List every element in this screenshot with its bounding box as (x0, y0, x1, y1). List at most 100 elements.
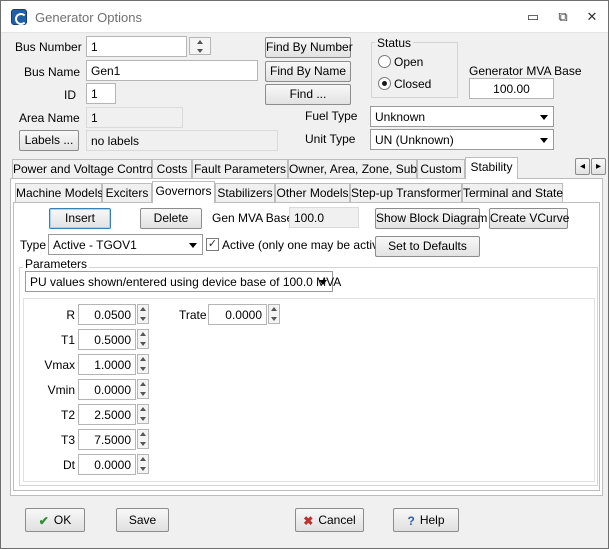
help-button[interactable]: ? Help (393, 508, 459, 532)
tab-scroll-right-icon[interactable]: ▸ (591, 158, 606, 175)
area-name-field: 1 (86, 107, 183, 128)
active-label: Active (only one may be active) (222, 238, 389, 252)
tab-custom[interactable]: Custom (417, 159, 465, 179)
app-icon (11, 9, 27, 25)
param-label-t1: T1 (60, 333, 75, 347)
gen-mva-base-value: 100.0 (289, 207, 359, 228)
generator-options-window: Generator Options ▭ ⧉ ✕ Bus Number 1 Bus… (0, 0, 609, 549)
checkmark-icon: ✔ (38, 513, 49, 528)
create-vcurve-button[interactable]: Create VCurve (489, 208, 569, 229)
ok-label: OK (53, 513, 72, 527)
subtab-other-models[interactable]: Other Models (275, 183, 350, 203)
param-label-t2: T2 (60, 408, 75, 422)
parameters-label: Parameters (23, 257, 90, 271)
bus-name-field[interactable]: Gen1 (86, 60, 258, 81)
chevron-down-icon (319, 280, 327, 285)
param-spinner-t1[interactable] (137, 329, 149, 349)
id-field[interactable]: 1 (86, 83, 116, 104)
status-closed-radio[interactable] (378, 77, 391, 90)
restore-icon[interactable]: ⧉ (552, 7, 574, 27)
param-spinner-t3[interactable] (137, 429, 149, 449)
unit-type-value: UN (Unknown) (375, 133, 454, 147)
insert-button[interactable]: Insert (49, 208, 111, 229)
active-checkbox[interactable]: ✓ (206, 238, 219, 251)
subtab-governors[interactable]: Governors (152, 181, 215, 203)
id-label: ID (64, 88, 76, 102)
subtab-step-up-transformer[interactable]: Step-up Transformer (350, 183, 462, 203)
tab-fault-parameters[interactable]: Fault Parameters (192, 159, 288, 179)
help-label: Help (419, 513, 445, 527)
fuel-type-select[interactable]: Unknown (370, 106, 554, 127)
set-to-defaults-button[interactable]: Set to Defaults (375, 236, 480, 257)
generator-mva-base-field[interactable]: 100.00 (469, 78, 554, 99)
find-by-number-button[interactable]: Find By Number (265, 37, 353, 58)
help-icon: ? (407, 513, 415, 528)
param-label-t3: T3 (60, 433, 75, 447)
param-label-vmax: Vmax (44, 358, 75, 372)
labels-button[interactable]: Labels ... (19, 130, 79, 151)
governor-type-select[interactable]: Active - TGOV1 (48, 234, 203, 255)
subtab-exciters[interactable]: Exciters (102, 183, 152, 203)
param-spinner-dt[interactable] (137, 454, 149, 474)
param-label-r: R (66, 308, 75, 322)
bus-number-label: Bus Number (15, 40, 82, 54)
bus-number-spinner[interactable] (189, 37, 211, 55)
labels-value: no labels (86, 130, 278, 151)
param-field-r[interactable]: 0.0500 (78, 304, 136, 325)
gen-mva-base-label: Gen MVA Base (212, 211, 294, 225)
status-closed-label: Closed (394, 77, 432, 91)
title-bar: Generator Options ▭ ⧉ ✕ (1, 1, 608, 33)
close-icon[interactable]: ✕ (581, 7, 603, 27)
cancel-button[interactable]: ✖ Cancel (295, 508, 364, 532)
tab-costs[interactable]: Costs (152, 159, 192, 179)
delete-button[interactable]: Delete (140, 208, 202, 229)
param-spinner-r[interactable] (137, 304, 149, 324)
param-field-t2[interactable]: 2.5000 (78, 404, 136, 425)
status-open-radio[interactable] (378, 55, 391, 68)
tab-power-voltage-control[interactable]: Power and Voltage Control (12, 159, 156, 179)
type-label: Type (20, 238, 47, 252)
minimize-icon[interactable]: ▭ (522, 7, 544, 27)
fuel-type-label: Fuel Type (305, 109, 358, 123)
bus-number-field[interactable]: 1 (86, 36, 187, 57)
pu-base-select[interactable]: PU values shown/entered using device bas… (25, 271, 341, 292)
bus-name-label: Bus Name (24, 65, 81, 79)
cancel-label: Cancel (318, 513, 356, 527)
param-spinner-trate[interactable] (268, 304, 280, 324)
area-name-label: Area Name (19, 111, 80, 125)
window-title: Generator Options (35, 10, 142, 25)
generator-mva-base-label: Generator MVA Base (469, 64, 582, 78)
ok-button[interactable]: ✔ OK (25, 508, 85, 532)
param-spinner-t2[interactable] (137, 404, 149, 424)
subtab-machine-models[interactable]: Machine Models (15, 183, 103, 203)
param-label-dt: Dt (63, 458, 75, 472)
chevron-down-icon (540, 115, 548, 120)
param-field-t1[interactable]: 0.5000 (78, 329, 136, 350)
save-button[interactable]: Save (116, 508, 169, 532)
param-label-vmin: Vmin (47, 383, 75, 397)
cancel-x-icon: ✖ (303, 513, 314, 528)
show-block-diagram-button[interactable]: Show Block Diagram (375, 208, 487, 229)
subtab-terminal-and-state[interactable]: Terminal and State (462, 183, 563, 203)
param-field-dt[interactable]: 0.0000 (78, 454, 136, 475)
find-button[interactable]: Find ... (265, 84, 351, 105)
find-by-name-button[interactable]: Find By Name (265, 61, 351, 82)
unit-type-label: Unit Type (305, 132, 356, 146)
subtab-stabilizers[interactable]: Stabilizers (215, 183, 275, 203)
chevron-down-icon (540, 138, 548, 143)
fuel-type-value: Unknown (375, 110, 426, 124)
tab-owner-area-zone-sub[interactable]: Owner, Area, Zone, Sub (288, 159, 417, 179)
param-field-trate[interactable]: 0.0000 (208, 304, 267, 325)
param-field-vmin[interactable]: 0.0000 (78, 379, 136, 400)
unit-type-select[interactable]: UN (Unknown) (370, 129, 554, 150)
tab-stability[interactable]: Stability (465, 157, 518, 179)
status-label: Status (375, 36, 414, 50)
tab-scroll-left-icon[interactable]: ◂ (575, 158, 590, 175)
governor-type-value: Active - TGOV1 (53, 238, 137, 252)
param-spinner-vmin[interactable] (137, 379, 149, 399)
param-field-vmax[interactable]: 1.0000 (78, 354, 136, 375)
param-field-t3[interactable]: 7.5000 (78, 429, 136, 450)
chevron-down-icon (189, 243, 197, 248)
param-spinner-vmax[interactable] (137, 354, 149, 374)
param-label-trate: Trate (179, 308, 207, 322)
